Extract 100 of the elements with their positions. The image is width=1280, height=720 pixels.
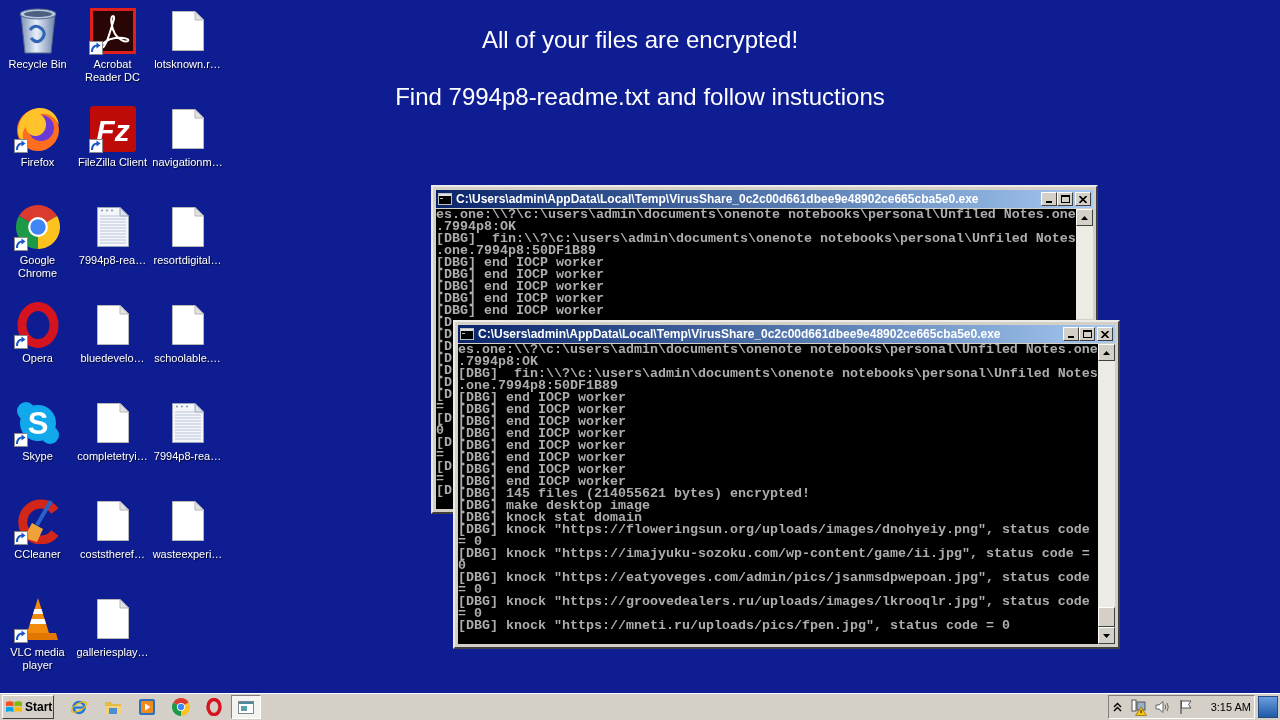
document-icon[interactable] [171, 501, 204, 541]
document-icon[interactable] [171, 11, 204, 51]
icon-label[interactable]: Recycle Bin [0, 58, 75, 71]
close-icon [1079, 195, 1087, 203]
firefox-icon[interactable] [14, 106, 61, 152]
internet-explorer-icon[interactable] [70, 698, 88, 716]
icon-label[interactable]: VLC media player [0, 646, 75, 672]
maximize-icon [1060, 195, 1070, 203]
taskbar-window-button[interactable] [231, 695, 261, 719]
text-document-icon[interactable] [171, 403, 204, 443]
up-arrow-icon [1103, 350, 1110, 355]
network-warning-icon[interactable] [1129, 698, 1148, 716]
icon-label[interactable]: lotsknown.r… [150, 58, 225, 71]
icon-label[interactable]: 7994p8-rea… [150, 450, 225, 463]
wallpaper-heading: All of your files are encrypted! [481, 26, 799, 54]
console-line: .one.7994p8:50DF1B89 [436, 245, 596, 257]
console-line: [DBG] end IOCP worker [458, 452, 626, 464]
document-icon[interactable] [171, 305, 204, 345]
console-line: [D [436, 341, 452, 353]
icon-label[interactable]: navigationm… [150, 156, 225, 169]
icon-label[interactable]: 7994p8-rea… [75, 254, 150, 267]
document-icon[interactable] [171, 109, 204, 149]
text-document-icon[interactable] [96, 207, 129, 247]
close-button[interactable] [1097, 327, 1113, 341]
console-line: .7994p8:OK [436, 221, 516, 233]
console-line: 0 [436, 425, 444, 437]
up-arrow-icon [1081, 215, 1088, 220]
window-title: C:\Users\admin\AppData\Local\Temp\VirusShare_0c2c00d661dbee9e48902ce665cba5e0.exe [456, 192, 979, 206]
document-icon[interactable] [171, 207, 204, 247]
console-line: [DBG] end IOCP worker [458, 476, 626, 488]
scroll-down-button[interactable] [1098, 627, 1115, 644]
start-button[interactable]: Start [2, 695, 54, 719]
show-desktop-button[interactable] [1258, 696, 1278, 718]
console-line: [DBG] knock "https://groovedealers.ru/uploads/images/lkrooqlr.jpg", status code [458, 596, 1090, 608]
icon-label[interactable]: Google Chrome [0, 254, 75, 280]
scrollbar[interactable] [1098, 344, 1115, 644]
console-line: es.one:\\?\c:\users\admin\documents\onenote notebooks\personal\Unfiled Notes.one [458, 344, 1098, 356]
clock[interactable]: 3:15 AM [1210, 700, 1251, 714]
icon-label[interactable]: bluedevelo… [75, 352, 150, 365]
icon-label[interactable]: Skype [0, 450, 75, 463]
scroll-up-button[interactable] [1098, 344, 1115, 361]
minimize-button[interactable] [1041, 192, 1057, 206]
recycle-bin-icon[interactable] [17, 8, 58, 54]
console-line: [DBG] knock stat domain [458, 512, 642, 524]
console-line: [DBG] knock "https://imajyuku-sozoku.com/wp-content/game/ii.jpg", status code = [458, 548, 1090, 560]
console-line: [DBG] end IOCP worker [458, 464, 626, 476]
console-line: [DBG] end IOCP worker [436, 305, 604, 317]
opera-icon[interactable] [16, 302, 59, 348]
icon-label[interactable]: Firefox [0, 156, 75, 169]
icon-label[interactable]: coststheref… [75, 548, 150, 561]
console-line: [DBG] end IOCP worker [436, 293, 604, 305]
window-title: C:\Users\admin\AppData\Local\Temp\VirusShare_0c2c00d661dbee9e48902ce665cba5e0.exe [478, 327, 1001, 341]
scrollbar[interactable] [1076, 209, 1093, 319]
media-player-icon[interactable] [138, 698, 156, 716]
document-icon[interactable] [96, 599, 129, 639]
console-line: [DBG] end IOCP worker [458, 416, 626, 428]
console-line: [DBG] end IOCP worker [436, 281, 604, 293]
icon-label[interactable]: Acrobat Reader DC [75, 58, 150, 84]
icon-label[interactable]: resortdigital… [150, 254, 225, 267]
scrollbar-thumb[interactable] [1098, 607, 1115, 627]
console-line: [D [436, 317, 452, 329]
console-line: [D [436, 353, 452, 365]
console-line: [D [436, 413, 452, 425]
flag-icon[interactable] [1177, 699, 1194, 715]
windows-logo-icon [6, 701, 22, 713]
maximize-button[interactable] [1079, 327, 1095, 341]
console-line: [DBG] knock "https://mneti.ru/uploads/pics/fpen.jpg", status code = 0 [458, 620, 1010, 632]
minimize-button[interactable] [1063, 327, 1079, 341]
chrome-icon[interactable] [15, 205, 60, 249]
filezilla-icon[interactable]: Fz [89, 106, 136, 152]
icon-label[interactable]: Opera [0, 352, 75, 365]
console-line: [DBG] end IOCP worker [436, 257, 604, 269]
maximize-button[interactable] [1057, 192, 1073, 206]
document-icon[interactable] [96, 305, 129, 345]
document-icon[interactable] [96, 403, 129, 443]
icon-label[interactable]: completetryi… [75, 450, 150, 463]
icon-label[interactable]: schoolable.… [150, 352, 225, 365]
console-line: [D [436, 365, 452, 377]
console-line: [DBG] end IOCP worker [458, 428, 626, 440]
scroll-up-button[interactable] [1076, 209, 1093, 226]
document-icon[interactable] [96, 501, 129, 541]
console-line: [DBG] fin:\\?\c:\users\admin\documents\onenote notebooks\personal\Unfiled Notes [458, 368, 1098, 380]
console-window-icon [438, 193, 452, 205]
console-line: 0 [458, 560, 466, 572]
acrobat-icon[interactable] [89, 8, 136, 54]
close-button[interactable] [1075, 192, 1091, 206]
console-line: [D [436, 485, 452, 497]
maximize-icon [1082, 330, 1092, 338]
icon-label[interactable]: wasteexperi… [150, 548, 225, 561]
down-arrow-icon [1103, 633, 1110, 638]
volume-icon[interactable] [1153, 699, 1170, 715]
console-line: [DBG] end IOCP worker [458, 404, 626, 416]
console-line: [DBG] knock "https://eatyoveges.com/admin/pics/jsanmsdpwepoan.jpg", status code [458, 572, 1090, 584]
icon-label[interactable]: galleriesplay… [75, 646, 150, 659]
icon-label[interactable]: CCleaner [0, 548, 75, 561]
icon-label[interactable]: FileZilla Client [75, 156, 150, 169]
chevron-up-icon[interactable] [1112, 702, 1122, 712]
console-line: [DBG] end IOCP worker [436, 269, 604, 281]
console-line: = 0 [458, 584, 482, 596]
console-line: [D [436, 377, 452, 389]
